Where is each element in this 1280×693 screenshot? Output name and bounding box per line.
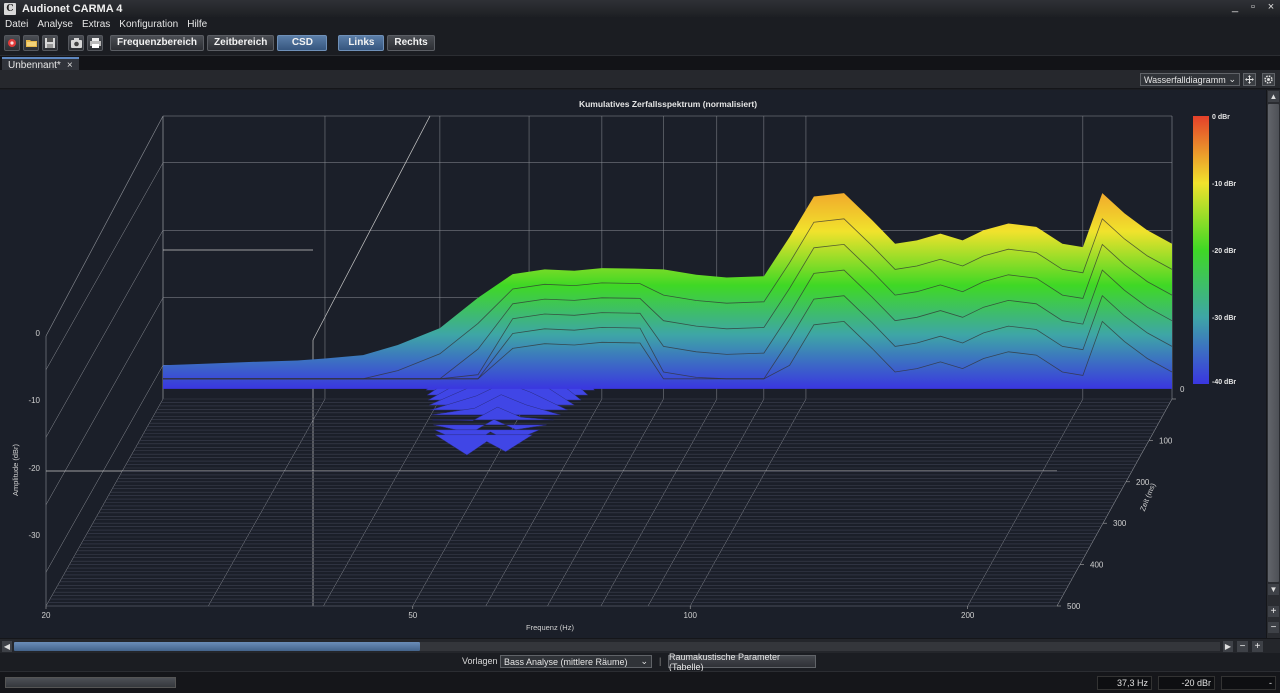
horizontal-zoom-out-icon[interactable]: − — [1237, 641, 1248, 652]
close-tab-icon[interactable]: × — [67, 60, 73, 71]
window-controls: _ ▫ × — [1230, 1, 1276, 13]
x-axis-ticks: 20 50 100 200 — [42, 606, 975, 620]
y-axis-label: Amplitude (dBr) — [11, 443, 20, 496]
cursor-extra: - — [1221, 676, 1276, 690]
x-tick-label: 50 — [408, 611, 417, 620]
app-logo-icon: C — [4, 2, 16, 15]
grid-line — [45, 297, 164, 505]
time-domain-button[interactable]: Zeitbereich — [207, 34, 275, 51]
x-tick-label: 100 — [684, 611, 698, 620]
menu-hilfe[interactable]: Hilfe — [187, 19, 207, 30]
view-type-value: Wasserfalldiagramm — [1144, 74, 1226, 85]
x-tick-label: 20 — [42, 611, 51, 620]
vertical-scrollbar[interactable]: ▲ ▼ + − — [1266, 90, 1280, 638]
x-tick-label: 200 — [961, 611, 975, 620]
front-surface — [163, 193, 1173, 389]
view-options-row: Wasserfalldiagramm ⌄ — [0, 70, 1280, 89]
colorbar-label: -20 dBr — [1212, 248, 1236, 255]
waterfall-chart[interactable]: Kumulatives Zerfallsspektrum (normalisie… — [0, 90, 1266, 638]
document-tab-label: Unbennant* — [8, 59, 61, 71]
toolbar: Frequenzbereich Zeitbereich CSD Links Re… — [0, 32, 1280, 53]
screenshot-icon[interactable] — [68, 34, 84, 51]
scroll-left-icon[interactable]: ◀ — [2, 641, 12, 652]
menu-analyse[interactable]: Analyse — [37, 19, 73, 30]
title-bar: C Audionet CARMA 4 _ ▫ × — [0, 0, 1280, 17]
time-tick-label: 300 — [1113, 519, 1127, 528]
menu-datei[interactable]: Datei — [5, 19, 28, 30]
time-tick-label: 0 — [1180, 385, 1185, 394]
time-floor — [46, 398, 1172, 607]
x-axis-label: Frequenz (Hz) — [526, 623, 574, 632]
horizontal-zoom-in-icon[interactable]: + — [1252, 641, 1263, 652]
menu-extras[interactable]: Extras — [82, 19, 110, 30]
colorbar-label: -10 dBr — [1212, 181, 1236, 188]
surface-front-slice — [163, 193, 1172, 389]
document-tab-strip: Unbennant* × — [0, 55, 1280, 71]
menu-bar: Datei Analyse Extras Konfiguration Hilfe — [0, 17, 1280, 31]
record-icon[interactable] — [4, 34, 20, 51]
time-tick-label: 400 — [1090, 561, 1104, 570]
waterfall-plot[interactable]: Kumulatives Zerfallsspektrum (normalisie… — [0, 90, 1266, 638]
y-tick-label: 0 — [36, 329, 41, 338]
close-button[interactable]: × — [1266, 1, 1276, 13]
y-axis-ticks: 0 -10 -20 -30 — [28, 329, 40, 540]
decay-slice — [434, 434, 534, 456]
vertical-zoom-out-icon[interactable]: − — [1268, 622, 1279, 633]
colorbar-label: 0 dBr — [1212, 114, 1230, 121]
gear-icon[interactable] — [1262, 73, 1275, 86]
right-channel-button[interactable]: Rechts — [387, 34, 435, 51]
restore-button[interactable]: ▫ — [1248, 1, 1258, 13]
colorbar-label: -30 dBr — [1212, 315, 1236, 322]
chevron-down-icon: ⌄ — [1228, 74, 1236, 84]
scroll-right-icon[interactable]: ▶ — [1223, 641, 1233, 652]
view-type-select[interactable]: Wasserfalldiagramm ⌄ — [1140, 73, 1240, 86]
menu-konfiguration[interactable]: Konfiguration — [119, 19, 178, 30]
templates-select[interactable]: Bass Analyse (mittlere Räume) ⌄ — [500, 655, 652, 668]
document-tab[interactable]: Unbennant* × — [2, 57, 79, 71]
status-bar: 37,3 Hz -20 dBr - — [0, 671, 1280, 693]
colorbar — [1193, 116, 1209, 384]
minimize-button[interactable]: _ — [1230, 1, 1240, 13]
print-icon[interactable] — [87, 34, 103, 51]
grid-line — [45, 162, 164, 370]
cursor-frequency: 37,3 Hz — [1097, 676, 1152, 690]
open-folder-icon[interactable] — [23, 34, 39, 51]
horizontal-scrollbar[interactable]: ◀ ▶ − + — [0, 638, 1280, 653]
y-tick-label: -10 — [28, 396, 40, 405]
time-tick-label: 500 — [1067, 602, 1081, 611]
move-icon[interactable] — [1243, 73, 1256, 86]
progress-bar — [5, 677, 176, 688]
templates-row: Vorlagen Bass Analyse (mittlere Räume) ⌄… — [0, 652, 1280, 672]
templates-select-value: Bass Analyse (mittlere Räume) — [504, 656, 628, 667]
time-tick-label: 100 — [1159, 436, 1173, 445]
frequency-domain-button[interactable]: Frequenzbereich — [110, 34, 205, 51]
templates-label: Vorlagen — [462, 656, 498, 666]
colorbar-labels: 0 dBr -10 dBr -20 dBr -30 dBr -40 dBr — [1212, 114, 1236, 386]
grid-line — [45, 115, 164, 337]
csd-button[interactable]: CSD — [277, 34, 328, 51]
vertical-zoom-in-icon[interactable]: + — [1268, 606, 1279, 617]
left-channel-button[interactable]: Links — [338, 34, 385, 51]
window-title: Audionet CARMA 4 — [22, 2, 123, 15]
scroll-up-icon[interactable]: ▲ — [1268, 91, 1279, 102]
y-tick-label: -30 — [28, 531, 40, 540]
chart-title: Kumulatives Zerfallsspektrum (normalisie… — [579, 99, 757, 109]
colorbar-label: -40 dBr — [1212, 379, 1236, 386]
horizontal-scroll-track[interactable] — [420, 642, 1220, 651]
grid-line — [45, 365, 164, 573]
scroll-down-icon[interactable]: ▼ — [1268, 584, 1279, 595]
chevron-down-icon: ⌄ — [640, 656, 648, 666]
grid-line — [45, 230, 164, 438]
time-axis-ticks: 0100200300400500 — [1057, 385, 1185, 611]
save-icon[interactable] — [42, 34, 58, 51]
vertical-scroll-thumb[interactable] — [1268, 104, 1279, 582]
horizontal-scroll-thumb[interactable] — [14, 642, 420, 651]
templates-separator: | — [659, 656, 662, 666]
cursor-amplitude: -20 dBr — [1158, 676, 1215, 690]
grid-line — [312, 115, 431, 341]
room-acoustics-button[interactable]: Raumakustische Parameter (Tabelle) — [668, 652, 816, 672]
y-tick-label: -20 — [28, 464, 40, 473]
